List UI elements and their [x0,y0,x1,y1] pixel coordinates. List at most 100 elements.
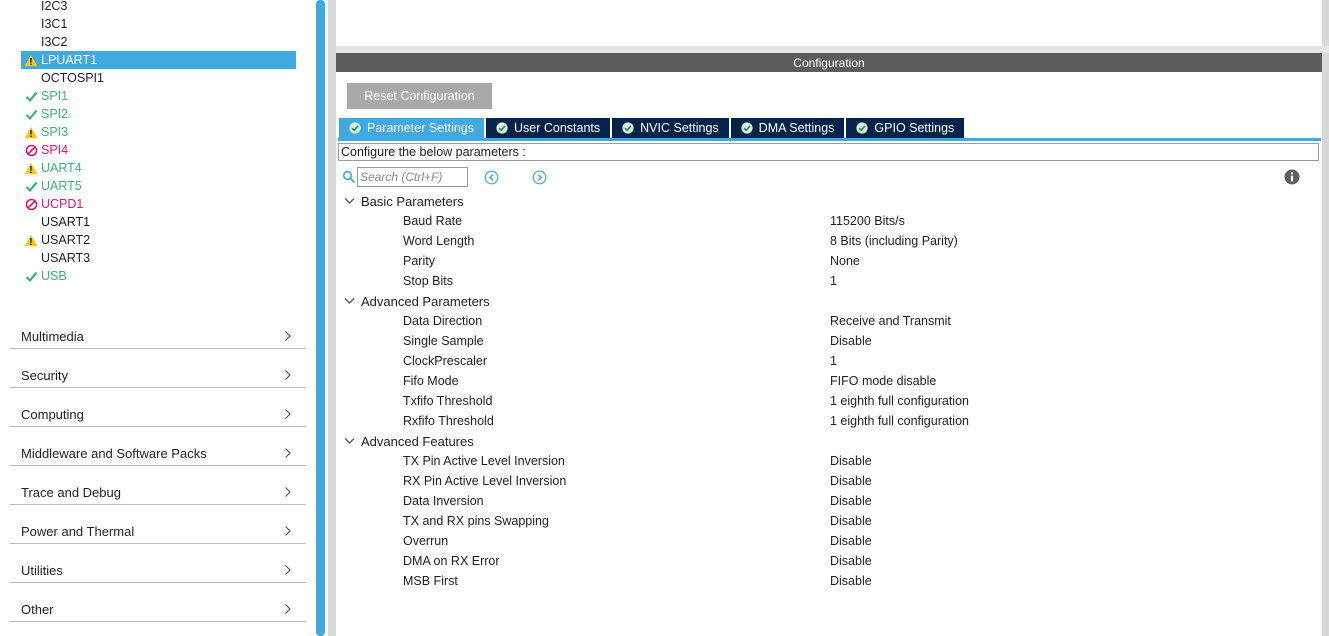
category-security[interactable]: Security [10,363,306,388]
peripheral-item-i3c2[interactable]: I3C2 [21,33,296,51]
chevron-down-icon[interactable] [343,195,355,207]
param-name[interactable]: TX Pin Active Level Inversion [403,451,565,471]
category-label: Computing [21,406,84,422]
param-name[interactable]: RX Pin Active Level Inversion [403,471,566,491]
param-name[interactable]: Txfifo Threshold [403,391,492,411]
mode-panel [336,0,1323,46]
peripheral-item-spi1[interactable]: SPI1 [21,87,296,105]
peripheral-item-uart5[interactable]: UART5 [21,177,296,195]
peripheral-label: LPUART1 [41,53,98,67]
param-name[interactable]: Stop Bits [403,271,453,291]
peripheral-label: USB [41,269,67,283]
previous-match-icon[interactable] [484,170,499,185]
param-value[interactable]: Disable [830,331,872,351]
category-trace-and-debug[interactable]: Trace and Debug [10,480,306,505]
param-value[interactable]: Disable [830,471,872,491]
category-label: Multimedia [21,328,84,344]
peripheral-item-i3c1[interactable]: I3C1 [21,15,296,33]
chevron-down-icon[interactable] [343,435,355,447]
peripheral-label: USART1 [41,215,91,229]
param-name[interactable]: Word Length [403,231,474,251]
configuration-header: Configuration [336,53,1322,72]
config-tabs: Parameter Settings User Constants NVIC Set… [339,118,966,138]
disabled-icon [21,141,41,159]
peripheral-item-spi2[interactable]: SPI2 [21,105,296,123]
param-name[interactable]: Overrun [403,531,448,551]
check-circle-icon [855,121,869,135]
group-basic-parameters[interactable]: Basic Parameters [343,191,464,211]
param-name[interactable]: ClockPrescaler [403,351,487,371]
param-value[interactable]: 1 eighth full configuration [830,411,969,431]
next-match-icon[interactable] [532,170,547,185]
peripheral-item-spi3[interactable]: SPI3 [21,123,296,141]
param-name[interactable]: Fifo Mode [403,371,459,391]
category-power-and-thermal[interactable]: Power and Thermal [10,519,306,544]
mode-panel-scrollbar[interactable] [1322,0,1329,46]
peripheral-item-octospi1[interactable]: OCTOSPI1 [21,69,296,87]
tab-dma-settings[interactable]: DMA Settings [730,118,845,138]
param-value[interactable]: Disable [830,511,872,531]
param-name[interactable]: DMA on RX Error [403,551,500,571]
peripheral-item-usart1[interactable]: USART1 [21,213,296,231]
peripheral-item-spi4[interactable]: SPI4 [21,141,296,159]
peripheral-item-usart3[interactable]: USART3 [21,249,296,267]
check-circle-icon [740,121,754,135]
category-other[interactable]: Other [10,597,306,622]
peripheral-label: UART5 [41,179,82,193]
group-advanced-features[interactable]: Advanced Features [343,431,474,451]
param-name[interactable]: Baud Rate [403,211,462,231]
tab-nvic-settings[interactable]: NVIC Settings [612,118,729,138]
chevron-right-icon [282,563,294,577]
param-value[interactable]: Disable [830,491,872,511]
chevron-right-icon [282,602,294,616]
param-value[interactable]: 115200 Bits/s [830,211,905,231]
tab-gpio-settings[interactable]: GPIO Settings [846,118,965,138]
peripheral-item-i2c3[interactable]: I2C3 [21,0,296,15]
param-value[interactable]: 1 eighth full configuration [830,391,969,411]
category-label: Utilities [21,562,63,578]
param-value[interactable]: None [830,251,860,271]
info-icon[interactable] [1284,169,1300,185]
reset-configuration-button[interactable]: Reset Configuration [347,83,492,109]
category-middleware-and-software-packs[interactable]: Middleware and Software Packs [10,441,306,466]
param-value[interactable]: 1 [830,271,837,291]
category-utilities[interactable]: Utilities [10,558,306,583]
param-name[interactable]: Single Sample [403,331,484,351]
param-value[interactable]: Disable [830,571,872,591]
param-name[interactable]: Parity [403,251,435,271]
chevron-down-icon[interactable] [343,295,355,307]
peripheral-label: SPI3 [41,125,69,139]
param-name[interactable]: TX and RX pins Swapping [403,511,549,531]
category-multimedia[interactable]: Multimedia [10,324,306,349]
peripheral-item-lpuart1[interactable]: LPUART1 [21,51,296,69]
category-computing[interactable]: Computing [10,402,306,427]
peripheral-item-usb[interactable]: USB [21,267,296,285]
group-advanced-parameters[interactable]: Advanced Parameters [343,291,490,311]
disabled-icon [21,195,41,213]
tab-user-constants[interactable]: User Constants [486,118,611,138]
left-panel-scrollbar[interactable] [316,0,325,636]
param-value[interactable]: 8 Bits (including Parity) [830,231,958,251]
param-value[interactable]: Disable [830,451,872,471]
check-icon [21,105,41,123]
panel-splitter[interactable] [328,0,336,636]
peripheral-item-ucpd1[interactable]: UCPD1 [21,195,296,213]
tab-parameter-settings[interactable]: Parameter Settings [339,118,484,138]
search-input[interactable] [357,167,468,187]
peripheral-item-usart2[interactable]: USART2 [21,231,296,249]
configuration-scrollbar[interactable] [1322,53,1329,636]
panel-separator[interactable] [336,46,1329,53]
peripheral-icon-slot [21,69,41,87]
param-value[interactable]: 1 [830,351,837,371]
param-name[interactable]: Data Inversion [403,491,484,511]
param-value[interactable]: Receive and Transmit [830,311,951,331]
peripheral-label: SPI1 [41,89,69,103]
param-name[interactable]: Rxfifo Threshold [403,411,494,431]
param-value[interactable]: FIFO mode disable [830,371,936,391]
param-name[interactable]: Data Direction [403,311,482,331]
param-name[interactable]: MSB First [403,571,458,591]
param-value[interactable]: Disable [830,551,872,571]
peripheral-item-uart4[interactable]: UART4 [21,159,296,177]
category-label: Middleware and Software Packs [21,445,207,461]
param-value[interactable]: Disable [830,531,872,551]
